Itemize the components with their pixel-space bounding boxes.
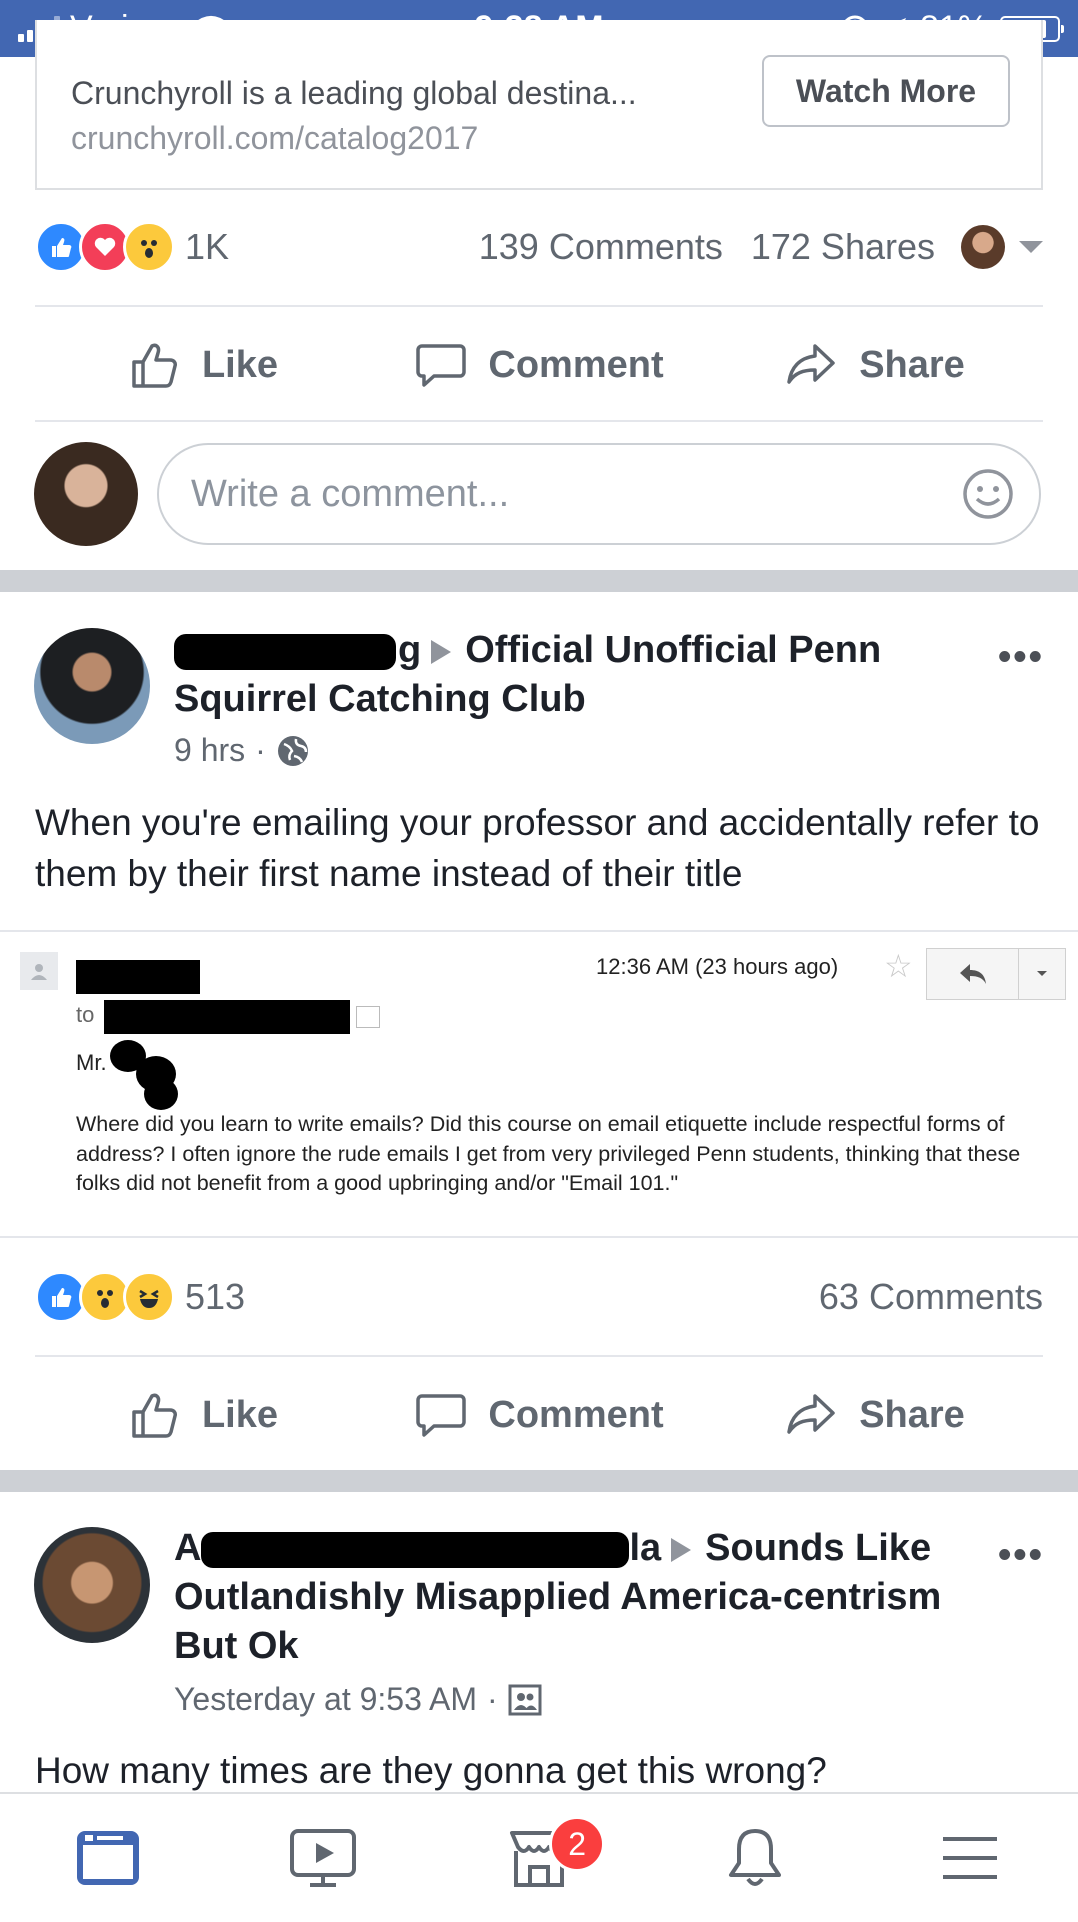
author-avatar[interactable] <box>34 628 150 744</box>
feed-separator <box>0 570 1078 592</box>
comment-button[interactable]: Comment <box>371 338 707 392</box>
notification-badge: 2 <box>549 1816 606 1872</box>
arrow-right-icon <box>431 639 452 664</box>
more-options-icon[interactable]: ••• <box>998 636 1044 679</box>
group-privacy-icon <box>508 1684 542 1715</box>
email-salutation: Mr. <box>76 1050 107 1075</box>
like-button[interactable]: Like <box>35 338 371 392</box>
share-button[interactable]: Share <box>707 338 1043 392</box>
reply-icon <box>926 948 1020 1000</box>
email-body: Where did you learn to write emails? Did… <box>76 1112 1021 1195</box>
redacted-name <box>174 633 396 670</box>
post-actions: Like Comment Share <box>35 1365 1043 1465</box>
share-label: Share <box>859 1393 965 1436</box>
video-play-icon <box>290 1829 357 1887</box>
chevron-down-icon <box>1018 948 1066 1000</box>
divider <box>35 420 1043 422</box>
share-arrow-icon <box>787 1394 835 1434</box>
news-feed-icon <box>76 1831 139 1885</box>
bell-icon <box>728 1829 781 1886</box>
like-label: Like <box>201 1393 279 1436</box>
tab-watch[interactable] <box>216 1794 432 1922</box>
divider <box>35 305 1043 307</box>
haha-reaction-icon <box>123 1271 175 1323</box>
author-avatar[interactable] <box>34 1527 150 1643</box>
shares-count[interactable]: 172 Shares <box>751 226 935 268</box>
share-button[interactable]: Share <box>707 1388 1043 1442</box>
thumbs-up-icon <box>132 343 177 388</box>
dot-separator: · <box>255 732 266 768</box>
post-time: 9 hrs <box>174 732 246 768</box>
tab-menu[interactable] <box>862 1794 1078 1922</box>
reaction-count: 513 <box>185 1276 246 1317</box>
comment-placeholder: Write a comment... <box>191 472 510 515</box>
link-description: Crunchyroll is a leading global destina.… <box>71 75 637 111</box>
tab-marketplace[interactable]: 2 <box>431 1794 647 1922</box>
post-text: When you're emailing your professor and … <box>35 802 1040 894</box>
like-button[interactable]: Like <box>35 1388 371 1442</box>
chevron-down-icon <box>356 1006 380 1028</box>
watch-more-button[interactable]: Watch More <box>762 55 1010 127</box>
reaction-summary[interactable]: 1K <box>35 221 229 273</box>
comment-label: Comment <box>488 343 664 386</box>
tab-news-feed[interactable] <box>0 1794 216 1922</box>
comments-count[interactable]: 139 Comments <box>479 226 723 268</box>
bottom-tab-bar: 2 <box>0 1792 1078 1922</box>
comment-bubble-icon <box>416 344 467 387</box>
dot-separator: · <box>487 1681 498 1717</box>
redacted-recipient <box>104 1000 350 1034</box>
globe-icon <box>277 735 308 766</box>
reaction-summary[interactable]: 513 <box>35 1271 245 1323</box>
comment-button[interactable]: Comment <box>371 1388 707 1442</box>
email-timestamp: 12:36 AM (23 hours ago) <box>596 954 839 979</box>
share-label: Share <box>859 343 965 386</box>
tab-notifications[interactable] <box>647 1794 863 1922</box>
post-image[interactable]: 12:36 AM (23 hours ago) ☆ to Mr. Where d… <box>0 930 1078 1238</box>
thumbs-up-icon <box>132 1393 177 1438</box>
comment-bubble-icon <box>416 1394 467 1437</box>
more-options-icon[interactable]: ••• <box>998 1534 1044 1577</box>
redacted-scribble <box>144 1078 178 1110</box>
divider <box>35 1355 1043 1357</box>
comment-input[interactable]: Write a comment... <box>157 443 1041 545</box>
post-header[interactable]: g Official Unofficial Penn Squirrel Catch… <box>174 626 974 724</box>
post-actions: Like Comment Share <box>35 315 1043 415</box>
link-preview-card[interactable]: Crunchyroll is a leading global destina.… <box>35 20 1043 190</box>
author-name[interactable]: g <box>398 629 421 671</box>
contact-icon <box>20 952 58 990</box>
redacted-name <box>201 1531 630 1568</box>
post-text: How many times are they gonna get this w… <box>35 1750 827 1791</box>
viewer-avatar[interactable] <box>961 225 1005 269</box>
post-timestamp[interactable]: 9 hrs · <box>174 732 310 769</box>
like-label: Like <box>201 343 279 386</box>
post-header[interactable]: Ala Sounds Like Outlandishly Misapplied A… <box>174 1524 984 1671</box>
post-time: Yesterday at 9:53 AM <box>174 1681 478 1717</box>
arrow-right-icon <box>671 1537 692 1562</box>
star-icon: ☆ <box>884 948 913 984</box>
email-to-label: to <box>76 1002 95 1027</box>
emoji-icon[interactable] <box>961 467 1015 521</box>
post-timestamp[interactable]: Yesterday at 9:53 AM · <box>174 1681 542 1718</box>
chevron-down-icon[interactable] <box>1019 241 1043 253</box>
reaction-count: 1K <box>185 226 230 267</box>
comments-count[interactable]: 63 Comments <box>819 1276 1043 1318</box>
viewer-avatar[interactable] <box>34 442 138 546</box>
redacted-sender <box>76 960 200 994</box>
feed-separator <box>0 1470 1078 1492</box>
post-stats: 1K 139 Comments 172 Shares <box>35 212 1043 282</box>
share-arrow-icon <box>787 344 835 384</box>
author-name[interactable]: A <box>174 1527 201 1569</box>
hamburger-menu-icon <box>943 1837 998 1879</box>
link-domain: crunchyroll.com/catalog2017 <box>71 120 479 156</box>
author-name[interactable]: la <box>629 1527 661 1569</box>
wow-reaction-icon <box>123 221 175 273</box>
post-stats: 513 63 Comments <box>35 1262 1043 1332</box>
comment-label: Comment <box>488 1393 664 1436</box>
